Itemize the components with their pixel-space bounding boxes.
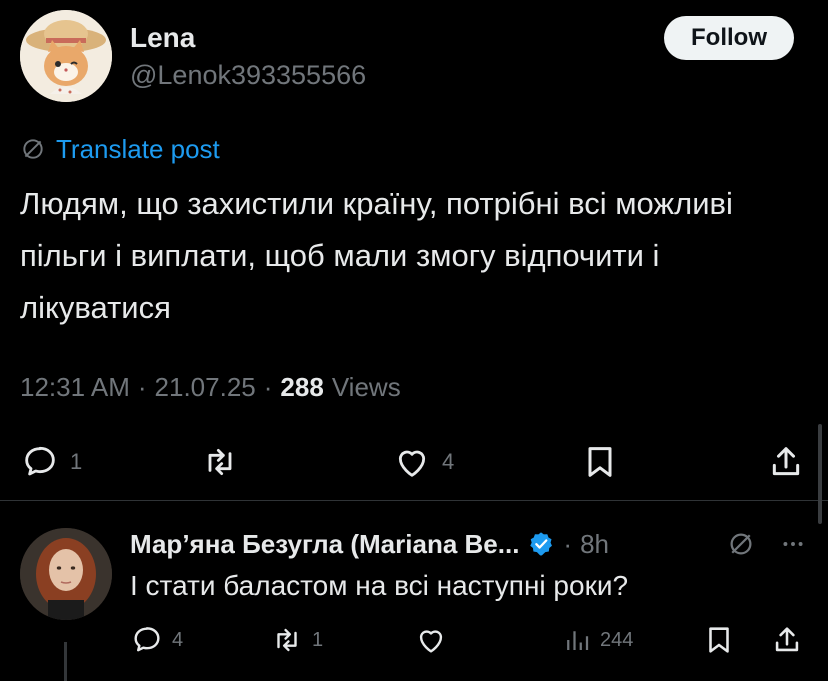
share-icon <box>775 627 799 652</box>
avatar-cat-image <box>20 10 112 102</box>
like-count: 4 <box>442 449 455 474</box>
author-handle[interactable]: @Lenok393355566 <box>130 60 366 91</box>
translate-label: Translate post <box>56 133 220 164</box>
translate-icon <box>23 139 43 159</box>
follow-button[interactable]: Follow <box>664 16 794 60</box>
post-text: Людям, що захистили країну, потрібні всі… <box>20 186 733 325</box>
bookmark-icon <box>709 627 729 653</box>
divider <box>0 500 828 501</box>
views-icon <box>567 631 589 650</box>
reply-views-count: 244 <box>600 628 634 651</box>
retweet-icon <box>277 628 297 652</box>
more-icon[interactable] <box>780 531 806 557</box>
views-count: 288 <box>280 372 324 402</box>
comment-icon <box>25 446 55 476</box>
views-label: Views <box>331 372 401 402</box>
heart-icon <box>398 450 426 477</box>
post-date[interactable]: 21.07.25 <box>155 372 256 403</box>
grok-icon[interactable] <box>726 529 756 559</box>
share-button[interactable] <box>766 440 806 484</box>
reply-views-button[interactable]: 244 <box>562 620 633 660</box>
translate-post-link[interactable]: Translate post <box>20 132 220 166</box>
meta-separator: · <box>263 372 273 402</box>
reply-actions: 4 1 244 <box>0 620 828 660</box>
reply-text: І стати баластом на всі наступні роки? <box>130 570 629 601</box>
reply-comment-button[interactable]: 4 <box>130 620 183 660</box>
avatar-photo <box>20 528 112 620</box>
post-actions: 1 4 <box>0 440 828 484</box>
bookmark-button[interactable] <box>580 440 620 484</box>
like-button[interactable]: 4 <box>392 440 454 484</box>
reply-time[interactable]: 8h <box>580 529 609 560</box>
retweet-icon <box>208 448 232 476</box>
reply-header: Мар’яна Безугла (Mariana Be... · 8h <box>130 526 820 562</box>
reply-share-button[interactable] <box>770 620 804 660</box>
reply-button[interactable]: 1 <box>20 440 82 484</box>
heart-icon <box>419 630 443 653</box>
reply-separator: · <box>563 528 573 559</box>
avatar[interactable] <box>20 528 112 620</box>
post-meta: 12:31 AM · 21.07.25 · 288 Views <box>20 372 401 403</box>
avatar[interactable] <box>20 10 112 102</box>
bookmark-icon <box>588 447 612 477</box>
reply-count: 1 <box>70 449 83 474</box>
post-time[interactable]: 12:31 AM <box>20 372 130 403</box>
comment-icon <box>134 627 160 652</box>
reply-retweet-button[interactable]: 1 <box>270 620 323 660</box>
verified-badge-icon <box>530 532 553 556</box>
reply-item[interactable]: Мар’яна Безугла (Mariana Be... · 8h І ст… <box>0 502 828 681</box>
reply-comment-count: 4 <box>172 628 184 651</box>
reply-bookmark-button[interactable] <box>702 620 736 660</box>
meta-separator: · <box>137 372 147 402</box>
share-icon <box>772 447 800 476</box>
reply-like-button[interactable] <box>414 620 448 660</box>
reply-retweet-count: 1 <box>312 628 324 651</box>
reply-author-name[interactable]: Мар’яна Безугла (Mariana Be... <box>130 529 519 560</box>
post-header: Lena @Lenok393355566 Follow <box>0 0 828 120</box>
author-name[interactable]: Lena <box>130 22 195 54</box>
retweet-button[interactable] <box>200 440 240 484</box>
